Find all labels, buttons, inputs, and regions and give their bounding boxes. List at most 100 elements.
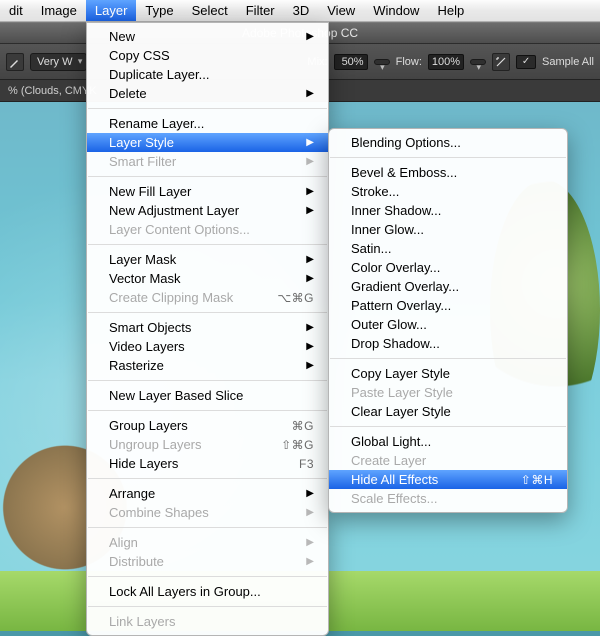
menubar-item-dit[interactable]: dit	[0, 0, 32, 21]
layer-menu-separator	[88, 527, 327, 528]
layer-style-item-clear-layer-style[interactable]: Clear Layer Style	[329, 402, 567, 421]
menu-item-label: Hide All Effects	[351, 472, 501, 487]
airbrush-toggle[interactable]	[492, 53, 510, 71]
menu-item-label: Layer Mask	[109, 252, 286, 267]
menu-item-label: Inner Shadow...	[351, 203, 553, 218]
layer-menu-item-new-layer-based-slice[interactable]: New Layer Based Slice	[87, 386, 328, 405]
layer-menu-item-vector-mask[interactable]: Vector Mask▶	[87, 269, 328, 288]
menu-item-label: New Fill Layer	[109, 184, 286, 199]
menu-item-shortcut: ⇧⌘G	[261, 438, 314, 452]
layer-menu-separator	[88, 606, 327, 607]
flow-value-input[interactable]: 100%	[428, 54, 464, 70]
submenu-arrow-icon: ▶	[286, 537, 314, 548]
layer-menu-item-layer-style[interactable]: Layer Style▶	[87, 133, 328, 152]
layer-menu-item-arrange[interactable]: Arrange▶	[87, 484, 328, 503]
menu-item-label: New	[109, 29, 286, 44]
menu-item-label: Link Layers	[109, 614, 314, 629]
layer-style-item-drop-shadow[interactable]: Drop Shadow...	[329, 334, 567, 353]
menu-item-label: Pattern Overlay...	[351, 298, 553, 313]
layer-style-submenu[interactable]: Blending Options... Bevel & Emboss... Stro…	[328, 128, 568, 513]
menubar-item-image[interactable]: Image	[32, 0, 86, 21]
layer-menu-item-hide-layers[interactable]: Hide LayersF3	[87, 454, 328, 473]
submenu-arrow-icon: ▶	[286, 507, 314, 518]
submenu-arrow-icon: ▶	[286, 488, 314, 499]
menubar-item-help[interactable]: Help	[428, 0, 473, 21]
layer-menu-item-layer-mask[interactable]: Layer Mask▶	[87, 250, 328, 269]
layer-menu-item-create-clipping-mask: Create Clipping Mask⌥⌘G	[87, 288, 328, 307]
layer-style-item-satin[interactable]: Satin...	[329, 239, 567, 258]
layer-menu-separator	[88, 576, 327, 577]
layer-menu-separator	[88, 478, 327, 479]
layer-menu-item-video-layers[interactable]: Video Layers▶	[87, 337, 328, 356]
layer-style-item-stroke[interactable]: Stroke...	[329, 182, 567, 201]
menu-item-label: Bevel & Emboss...	[351, 165, 553, 180]
layer-menu-separator	[88, 244, 327, 245]
submenu-arrow-icon: ▶	[286, 186, 314, 197]
menu-item-label: Arrange	[109, 486, 286, 501]
menu-item-label: Combine Shapes	[109, 505, 286, 520]
flow-dropdown[interactable]	[470, 59, 486, 65]
menu-item-label: Create Layer	[351, 453, 553, 468]
menu-item-label: Distribute	[109, 554, 286, 569]
layer-style-item-copy-layer-style[interactable]: Copy Layer Style	[329, 364, 567, 383]
layer-menu-item-distribute: Distribute▶	[87, 552, 328, 571]
menu-item-label: New Layer Based Slice	[109, 388, 314, 403]
layer-style-item-paste-layer-style: Paste Layer Style	[329, 383, 567, 402]
menu-item-label: Color Overlay...	[351, 260, 553, 275]
menu-item-label: Smart Filter	[109, 154, 286, 169]
menu-item-label: Copy CSS	[109, 48, 314, 63]
submenu-arrow-icon: ▶	[286, 205, 314, 216]
submenu-arrow-icon: ▶	[286, 273, 314, 284]
menu-item-label: Duplicate Layer...	[109, 67, 314, 82]
layer-menu[interactable]: New▶Copy CSSDuplicate Layer...Delete▶Ren…	[86, 22, 329, 636]
layer-style-item-gradient-overlay[interactable]: Gradient Overlay...	[329, 277, 567, 296]
layer-menu-item-smart-objects[interactable]: Smart Objects▶	[87, 318, 328, 337]
mix-dropdown[interactable]	[374, 59, 390, 65]
menu-item-label: Copy Layer Style	[351, 366, 553, 381]
menubar-item-3d[interactable]: 3D	[284, 0, 319, 21]
layer-menu-item-delete[interactable]: Delete▶	[87, 84, 328, 103]
layer-style-item-pattern-overlay[interactable]: Pattern Overlay...	[329, 296, 567, 315]
sample-all-checkbox[interactable]: ✓	[516, 55, 536, 69]
layer-style-item-hide-all-effects[interactable]: Hide All Effects⇧⌘H	[329, 470, 567, 489]
submenu-arrow-icon: ▶	[286, 254, 314, 265]
menu-item-label: New Adjustment Layer	[109, 203, 286, 218]
menubar-item-type[interactable]: Type	[136, 0, 182, 21]
layer-menu-item-new-adjustment-layer[interactable]: New Adjustment Layer▶	[87, 201, 328, 220]
layer-style-item-inner-glow[interactable]: Inner Glow...	[329, 220, 567, 239]
mac-menubar[interactable]: ditImageLayerTypeSelectFilter3DViewWindo…	[0, 0, 600, 22]
layer-menu-item-new-fill-layer[interactable]: New Fill Layer▶	[87, 182, 328, 201]
mix-value-input[interactable]: 50%	[334, 54, 368, 70]
brush-size-select[interactable]: Very W	[30, 53, 87, 71]
layer-menu-item-rasterize[interactable]: Rasterize▶	[87, 356, 328, 375]
layer-style-item-outer-glow[interactable]: Outer Glow...	[329, 315, 567, 334]
layer-style-item-scale-effects: Scale Effects...	[329, 489, 567, 508]
layer-style-item-global-light[interactable]: Global Light...	[329, 432, 567, 451]
menubar-item-select[interactable]: Select	[183, 0, 237, 21]
document-tab-label[interactable]: % (Clouds, CMYK	[8, 85, 97, 97]
layer-style-item-inner-shadow[interactable]: Inner Shadow...	[329, 201, 567, 220]
layer-menu-item-copy-css[interactable]: Copy CSS	[87, 46, 328, 65]
menubar-item-view[interactable]: View	[318, 0, 364, 21]
layer-menu-item-duplicate-layer[interactable]: Duplicate Layer...	[87, 65, 328, 84]
layer-style-item-bevel-emboss[interactable]: Bevel & Emboss...	[329, 163, 567, 182]
submenu-arrow-icon: ▶	[286, 360, 314, 371]
layer-menu-item-group-layers[interactable]: Group Layers⌘G	[87, 416, 328, 435]
layer-menu-item-lock-all-layers-in-group[interactable]: Lock All Layers in Group...	[87, 582, 328, 601]
menu-item-label: Paste Layer Style	[351, 385, 553, 400]
layer-style-item-blending-options[interactable]: Blending Options...	[329, 133, 567, 152]
menubar-item-window[interactable]: Window	[364, 0, 428, 21]
menu-item-shortcut: ⌘G	[272, 419, 314, 433]
layer-style-item-color-overlay[interactable]: Color Overlay...	[329, 258, 567, 277]
layer-menu-item-smart-filter: Smart Filter▶	[87, 152, 328, 171]
menu-item-label: Hide Layers	[109, 456, 279, 471]
menubar-item-filter[interactable]: Filter	[237, 0, 284, 21]
layer-menu-item-new[interactable]: New▶	[87, 27, 328, 46]
menu-item-shortcut: F3	[279, 457, 314, 471]
layer-style-separator	[330, 426, 566, 427]
tool-preset-button[interactable]	[6, 53, 24, 71]
menubar-item-layer[interactable]: Layer	[86, 0, 137, 21]
menu-item-label: Global Light...	[351, 434, 553, 449]
layer-style-separator	[330, 157, 566, 158]
layer-menu-item-rename-layer[interactable]: Rename Layer...	[87, 114, 328, 133]
